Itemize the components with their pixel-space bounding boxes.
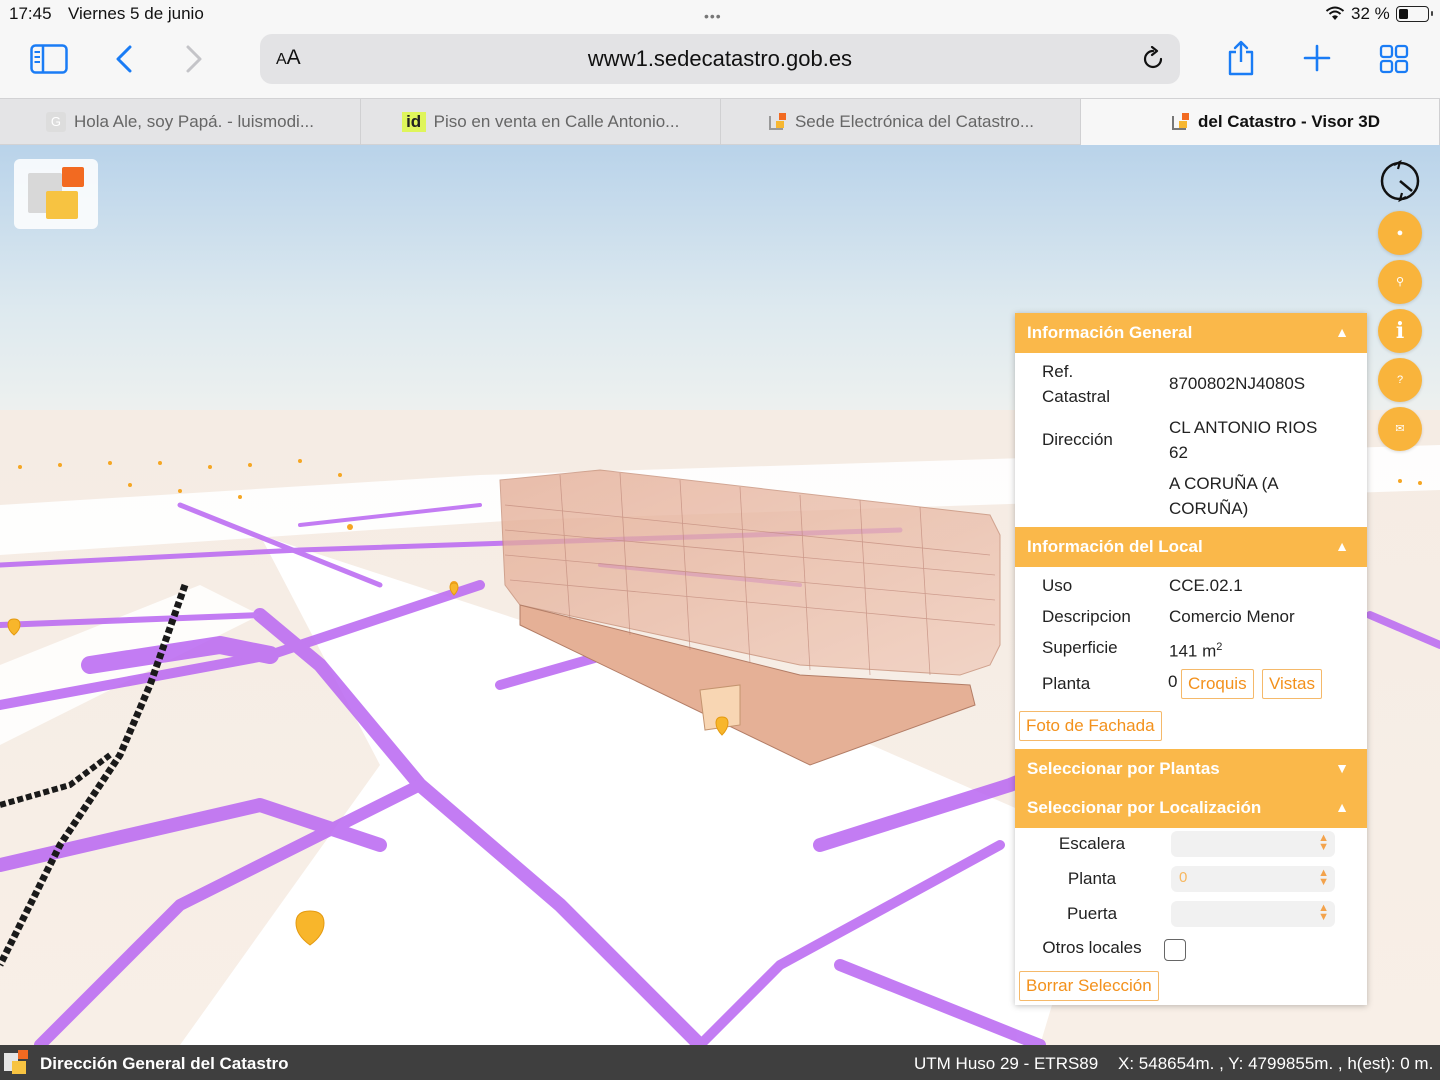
footer-title: Dirección General del Catastro (40, 1054, 289, 1073)
catastro-logo (14, 159, 98, 229)
foto-fachada-button[interactable]: Foto de Fachada (1019, 711, 1162, 741)
section-title: Seleccionar por Localización (1027, 798, 1262, 817)
croquis-button[interactable]: Croquis (1181, 669, 1254, 699)
puerta-label: Puerta (1066, 904, 1118, 923)
otros-locales-checkbox[interactable] (1164, 939, 1186, 961)
forward-icon[interactable] (184, 44, 204, 79)
tab-bar: G Hola Ale, soy Papá. - luismodi... id P… (0, 98, 1440, 145)
catastro-favicon-icon (767, 112, 787, 132)
descripcion-value: Comercio Menor (1169, 607, 1295, 626)
multitasking-dots[interactable]: ••• (704, 8, 722, 24)
status-time: 17:45 (9, 4, 52, 23)
url-text[interactable]: www1.sedecatastro.gob.es (260, 46, 1180, 72)
google-favicon-icon: G (45, 112, 66, 132)
help-button[interactable]: ? (1378, 358, 1422, 402)
tab-label: Hola Ale, soy Papá. - luismodi... (73, 112, 314, 131)
tab-idealista[interactable]: id Piso en venta en Calle Antonio... (361, 99, 721, 145)
uso-value: CCE.02.1 (1169, 576, 1243, 595)
collapse-arrow-icon[interactable]: ▲ (1335, 324, 1349, 340)
select-chevron-icon: ▲ ▼ (1318, 867, 1329, 888)
vistas-button[interactable]: Vistas (1262, 669, 1322, 699)
section-header-local[interactable]: Información del Local ▲ (1015, 527, 1367, 567)
planta-select[interactable]: 0 ▲ ▼ (1171, 866, 1335, 892)
mail-button[interactable]: ✉ (1378, 407, 1422, 451)
reload-icon[interactable] (1140, 45, 1166, 77)
puerta-select[interactable]: ▲ ▼ (1171, 901, 1335, 927)
section-header-general[interactable]: Información General ▲ (1015, 313, 1367, 353)
search-button[interactable]: ⚲ (1378, 260, 1422, 304)
browser-toolbar: AA www1.sedecatastro.gob.es (0, 28, 1440, 98)
direccion-value: CL ANTONIO RIOS 62 A CORUÑA (A CORUÑA) (1169, 418, 1318, 518)
ref-catastral-value: 8700802NJ4080S (1169, 374, 1306, 393)
expand-arrow-icon[interactable]: ▼ (1335, 760, 1349, 776)
collapse-arrow-icon[interactable]: ▲ (1335, 538, 1349, 554)
new-tab-icon[interactable] (1303, 44, 1331, 77)
borrar-seleccion-button[interactable]: Borrar Selección (1019, 971, 1159, 1001)
share-icon[interactable] (1226, 40, 1256, 81)
uso-label: Uso (1042, 576, 1073, 595)
info-button[interactable]: i (1378, 309, 1422, 353)
tab-label: Sede Electrónica del Catastro... (794, 112, 1035, 131)
section-title: Información General (1027, 323, 1193, 342)
layers-button[interactable]: ● (1378, 211, 1422, 255)
tab-sede-catastro[interactable]: Sede Electrónica del Catastro... (721, 99, 1081, 145)
sidebar-icon[interactable] (30, 44, 68, 79)
map-3d-viewer[interactable]: ● ⚲ i ? ✉ Información General ▲ Ref. Cata… (0, 145, 1440, 1045)
compass-icon[interactable] (1378, 159, 1422, 203)
collapse-arrow-icon[interactable]: ▲ (1335, 799, 1349, 815)
tabs-overview-icon[interactable] (1379, 44, 1409, 79)
section-header-localizacion[interactable]: Seleccionar por Localización ▲ (1015, 788, 1367, 828)
planta-select-label: Planta (1067, 869, 1117, 888)
descripcion-label: Descripcion (1042, 607, 1131, 626)
coordinates-readout: X: 548654m. , Y: 4799855m. , h(est): 0 m… (1118, 1054, 1434, 1073)
otros-locales-label: Otros locales (1042, 938, 1142, 957)
tab-visor-3d[interactable]: del Catastro - Visor 3D (1081, 99, 1440, 145)
info-panel: Información General ▲ Ref. Catastral 8700… (1015, 313, 1367, 1005)
select-chevron-icon: ▲ ▼ (1318, 832, 1329, 853)
catastro-logo-icon (4, 1050, 30, 1076)
footer-bar: Dirección General del Catastro UTM Huso … (0, 1045, 1440, 1080)
battery-percent: 32 % (1351, 4, 1390, 23)
escalera-select[interactable]: ▲ ▼ (1171, 831, 1335, 857)
select-chevron-icon: ▲ ▼ (1318, 902, 1329, 923)
battery-icon (1396, 6, 1433, 22)
superficie-value: 141 m2 (1169, 641, 1223, 661)
idealista-favicon-icon: id (401, 112, 426, 132)
escalera-label: Escalera (1058, 834, 1126, 853)
address-bar[interactable]: AA www1.sedecatastro.gob.es (260, 34, 1180, 84)
back-icon[interactable] (114, 44, 134, 79)
section-header-plantas[interactable]: Seleccionar por Plantas ▼ (1015, 749, 1367, 789)
direccion-label: Dirección (1042, 430, 1113, 449)
superficie-label: Superficie (1042, 638, 1118, 657)
catastro-favicon-icon (1170, 112, 1190, 132)
section-title: Seleccionar por Plantas (1027, 759, 1220, 778)
ref-catastral-label: Ref. Catastral (1042, 362, 1111, 406)
tab-gmail[interactable]: G Hola Ale, soy Papá. - luismodi... (0, 99, 361, 145)
status-bar: 17:45 Viernes 5 de junio ••• 32 % (0, 0, 1440, 28)
status-date: Viernes 5 de junio (68, 4, 204, 23)
planta-value: 0 (1168, 672, 1178, 691)
section-title: Información del Local (1027, 537, 1203, 556)
projection-text: UTM Huso 29 - ETRS89 (914, 1054, 1099, 1073)
planta-label: Planta (1042, 674, 1091, 693)
wifi-icon (1325, 6, 1345, 26)
tab-label: Piso en venta en Calle Antonio... (433, 112, 680, 131)
tab-label: del Catastro - Visor 3D (1197, 112, 1381, 131)
